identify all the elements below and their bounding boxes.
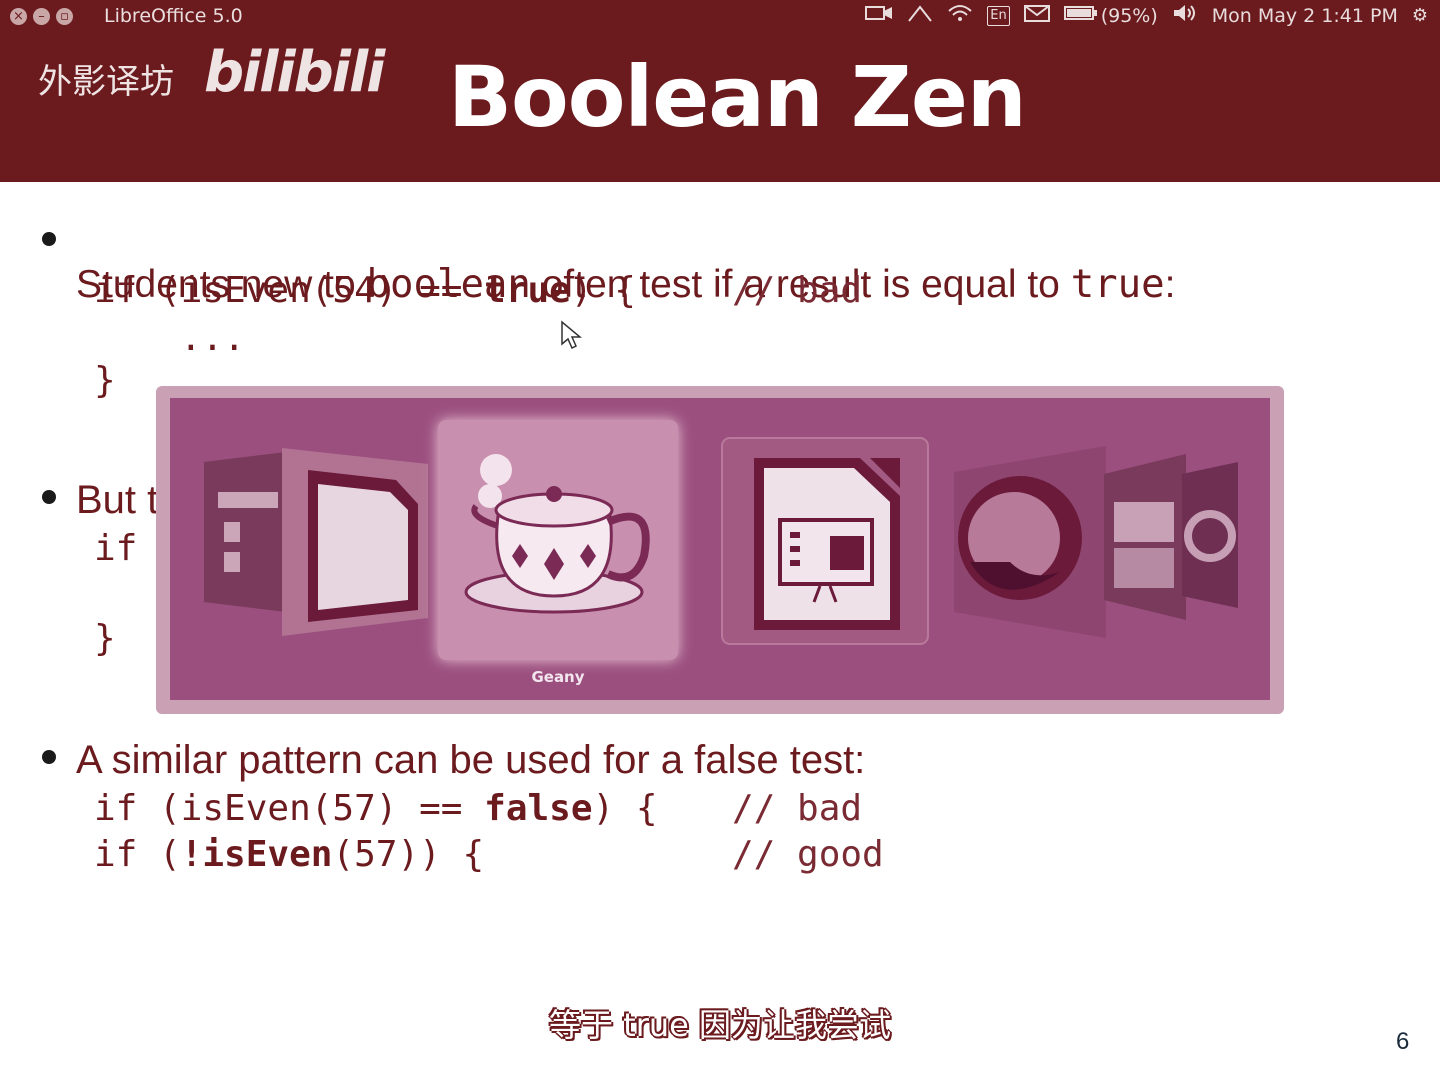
system-top-bar: × – ▫ LibreOffice 5.0 En (95%) Mon May 2…: [0, 0, 1440, 34]
active-app-title: LibreOffice 5.0: [104, 5, 243, 27]
up-arrow-icon[interactable]: [907, 4, 933, 27]
mouse-cursor: [560, 320, 583, 354]
code-line: if (!isEven(57)) {: [94, 834, 484, 875]
code-text: if (isEven(54) ==: [94, 270, 485, 311]
code-comment: // bad: [732, 788, 863, 829]
code-line: }: [94, 360, 116, 401]
code-line: ...: [180, 318, 246, 359]
close-window-button[interactable]: ×: [10, 8, 27, 25]
code-text: ) {: [570, 270, 636, 311]
firefox-icon[interactable]: [950, 442, 1110, 642]
bullet-marker: [42, 232, 56, 246]
bullet-text-3: A similar pattern can be used for a fals…: [76, 738, 866, 782]
minimize-window-button[interactable]: –: [33, 8, 50, 25]
code-text: if (: [94, 834, 181, 875]
libreoffice-impress-icon[interactable]: [720, 436, 930, 650]
keyboard-layout-indicator[interactable]: En: [987, 5, 1010, 26]
slide-page-number: 6: [1396, 1028, 1410, 1055]
code-text: if (isEven(57) ==: [94, 788, 485, 829]
code-comment: // bad: [732, 270, 863, 311]
code-comment: // good: [732, 834, 884, 875]
slide-header-band: 外影译坊 bilibili Boolean Zen: [0, 34, 1440, 182]
watermark-text: 外影译坊: [38, 62, 174, 102]
maximize-window-button[interactable]: ▫: [56, 8, 73, 25]
bullet-marker: [42, 490, 56, 504]
system-tray: En (95%) Mon May 2 1:41 PM ⚙: [865, 4, 1428, 27]
code-keyword: false: [484, 788, 593, 829]
code-text: ) {: [592, 788, 658, 829]
libreoffice-writer-icon[interactable]: [278, 440, 436, 644]
bullet-1-keyword-true: true: [1070, 262, 1165, 307]
files-icon[interactable]: [200, 452, 290, 616]
settings-icon[interactable]: [1180, 460, 1240, 614]
code-line: }: [94, 618, 116, 659]
code-keyword: !isEven: [180, 834, 333, 875]
code-keyword: true: [484, 270, 571, 311]
code-line: if (isEven(54) == true) {: [94, 270, 636, 311]
file-manager-icon[interactable]: [1100, 452, 1190, 626]
slide-title: Boolean Zen: [448, 48, 1027, 146]
camera-icon[interactable]: [865, 4, 893, 27]
bilibili-logo: bilibili: [204, 40, 385, 105]
bullet-1-suffix: :: [1164, 263, 1176, 306]
bullet-text-2: But t: [76, 478, 159, 522]
clock[interactable]: Mon May 2 1:41 PM: [1212, 5, 1398, 27]
video-subtitle: 等于 true 因为让我尝试: [548, 1006, 892, 1044]
volume-icon[interactable]: [1172, 4, 1198, 27]
code-text: (57)) {: [332, 834, 485, 875]
gear-icon[interactable]: ⚙: [1412, 5, 1428, 26]
selected-app-label: Geany: [531, 668, 585, 686]
battery-icon: [1063, 4, 1098, 27]
mail-icon[interactable]: [1023, 4, 1050, 27]
code-line: if (isEven(57) == false) {: [94, 788, 658, 829]
battery-indicator[interactable]: (95%): [1063, 4, 1158, 27]
bullet-marker: [42, 750, 56, 764]
window-controls: × – ▫: [10, 8, 73, 25]
battery-percentage: (95%): [1100, 4, 1158, 27]
geany-icon[interactable]: [458, 446, 658, 640]
wifi-icon[interactable]: [947, 4, 973, 27]
